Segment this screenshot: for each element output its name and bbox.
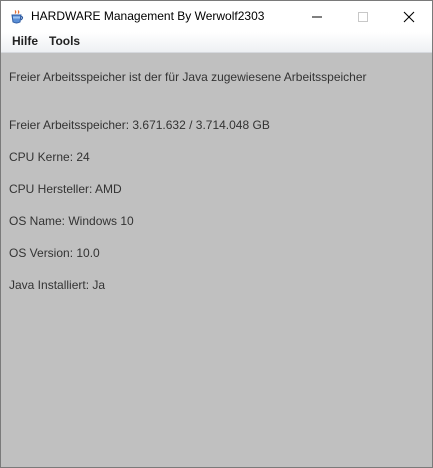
cpu-cores-label: CPU Kerne: 24 [9,150,90,164]
minimize-icon [312,16,322,18]
minimize-button[interactable] [294,1,340,32]
menu-bar: Hilfe Tools [1,32,432,53]
window-title: HARDWARE Management By Werwolf2303 [31,9,265,23]
content-panel: Freier Arbeitsspeicher ist der für Java … [1,53,432,467]
title-bar[interactable]: HARDWARE Management By Werwolf2303 [1,1,432,32]
java-installed-label: Java Installiert: Ja [9,278,106,292]
cpu-vendor-label: CPU Hersteller: AMD [9,182,122,196]
memory-description: Freier Arbeitsspeicher ist der für Java … [9,70,367,84]
maximize-button[interactable] [340,1,386,32]
menu-hilfe[interactable]: Hilfe [12,34,38,48]
menu-tools[interactable]: Tools [49,34,80,48]
os-version-label: OS Version: 10.0 [9,246,100,260]
free-memory-label: Freier Arbeitsspeicher: 3.671.632 / 3.71… [9,118,270,132]
maximize-icon [358,12,368,22]
app-window: HARDWARE Management By Werwolf2303 Hilfe… [0,0,433,468]
java-cup-icon[interactable] [9,9,25,25]
os-name-label: OS Name: Windows 10 [9,214,134,228]
close-button[interactable] [386,1,432,32]
close-icon [403,11,415,23]
